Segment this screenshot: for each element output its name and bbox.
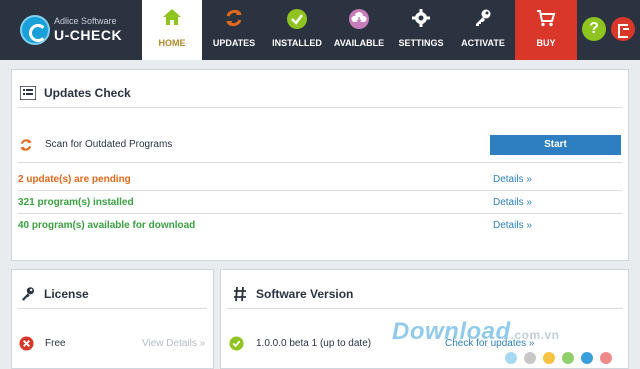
license-panel (11, 269, 214, 369)
check-circle-icon (229, 336, 244, 351)
software-version-value: 1.0.0.0 beta 1 (up to date) (256, 338, 372, 349)
tab-available-label: AVAILABLE (333, 38, 385, 48)
details-link-available[interactable]: Details » (493, 220, 532, 231)
tab-buy[interactable]: BUY (515, 0, 577, 60)
watermark-dot (543, 352, 555, 364)
error-x-icon (19, 336, 34, 351)
key-icon (22, 287, 34, 301)
tab-installed[interactable]: INSTALLED (266, 0, 328, 60)
check-circle-icon (287, 9, 307, 29)
tab-home[interactable]: HOME (142, 0, 202, 60)
tab-activate[interactable]: ACTIVATE (455, 0, 511, 60)
shopping-cart-icon (537, 10, 556, 27)
divider (18, 213, 622, 214)
scan-refresh-icon (20, 139, 32, 151)
watermark-text: Download (392, 318, 511, 345)
tab-installed-label: INSTALLED (272, 38, 322, 48)
programs-available-status: 40 program(s) available for download (18, 220, 196, 231)
exit-button[interactable] (611, 17, 635, 41)
programs-installed-status: 321 program(s) installed (18, 197, 134, 208)
view-details-link[interactable]: View Details » (142, 338, 205, 349)
divider (18, 162, 622, 163)
cloud-download-icon (349, 9, 369, 29)
software-version-title: Software Version (256, 287, 354, 301)
tab-buy-label: BUY (536, 38, 556, 48)
start-button[interactable]: Start (490, 135, 621, 155)
details-link-pending[interactable]: Details » (493, 174, 532, 185)
divider (18, 190, 622, 191)
app-logo: Adlice Software U-CHECK (20, 12, 140, 48)
top-navigation-bar: Adlice Software U-CHECK HOME UPDATES INS… (0, 0, 640, 60)
license-value: Free (45, 338, 66, 349)
divider (18, 308, 207, 309)
key-icon (476, 9, 491, 26)
home-icon (163, 9, 181, 25)
help-button[interactable]: ? (582, 17, 606, 41)
license-title: License (44, 287, 89, 301)
tab-home-label: HOME (158, 38, 186, 48)
watermark-suffix: .com.vn (510, 328, 560, 342)
refresh-icon (226, 9, 242, 27)
watermark-dot (581, 352, 593, 364)
updates-check-title: Updates Check (44, 86, 131, 100)
brand-product: U-CHECK (54, 27, 123, 43)
tab-settings-label: SETTINGS (398, 38, 444, 48)
tab-activate-label: ACTIVATE (461, 38, 505, 48)
watermark: Download.com.vn (392, 318, 560, 346)
watermark-dot (524, 352, 536, 364)
updates-pending-status: 2 update(s) are pending (18, 174, 131, 185)
watermark-dot (505, 352, 517, 364)
tab-settings[interactable]: SETTINGS (392, 0, 450, 60)
scan-label: Scan for Outdated Programs (45, 139, 173, 150)
watermark-dots (505, 351, 619, 369)
tab-updates[interactable]: UPDATES (204, 0, 264, 60)
watermark-dot (600, 352, 612, 364)
tab-available[interactable]: AVAILABLE (330, 0, 388, 60)
brand-company: Adlice Software (54, 16, 117, 26)
divider (18, 107, 622, 108)
tab-updates-label: UPDATES (212, 38, 256, 48)
ucheck-logo-icon (20, 15, 50, 45)
details-link-installed[interactable]: Details » (493, 197, 532, 208)
hash-icon (234, 286, 246, 302)
divider (227, 308, 623, 309)
list-icon (20, 86, 36, 100)
watermark-dot (562, 352, 574, 364)
gear-icon (412, 9, 430, 27)
